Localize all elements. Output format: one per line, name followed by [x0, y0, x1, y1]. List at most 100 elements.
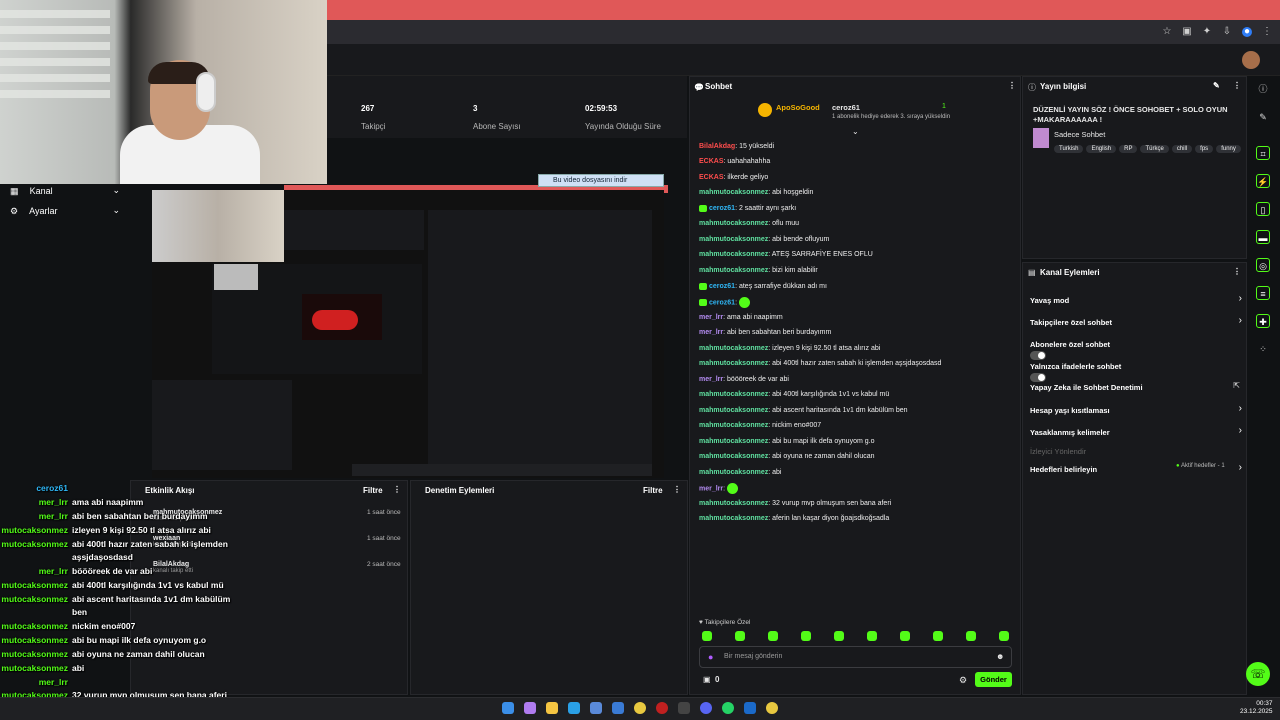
discord-icon[interactable]: [700, 702, 712, 714]
stream-info-panel: ⓘ Yayın bilgisi ✎ ⋮ DÜZENLİ YAYIN SÖZ ! …: [1022, 76, 1247, 259]
chat-username[interactable]: BilalAkdag: [699, 143, 735, 150]
chat-username[interactable]: ceroz61: [709, 283, 735, 290]
channel-action-row[interactable]: Takipçilere özel sohbet ›: [1030, 315, 1242, 330]
app-icon[interactable]: [678, 702, 690, 714]
chat-username[interactable]: mahmutocaksonmez: [699, 345, 768, 352]
activity-filter-button[interactable]: Filtre: [363, 486, 383, 495]
steam-icon[interactable]: [744, 702, 756, 714]
channel-action-label: Yasaklanmış kelimeler: [1030, 428, 1110, 437]
gifter-name: ApoSoGood: [776, 103, 820, 112]
star-icon[interactable]: ☆: [1162, 27, 1172, 37]
channel-action-row[interactable]: Yavaş mod ›: [1030, 293, 1242, 308]
apps-icon[interactable]: ⁘: [1256, 342, 1270, 356]
nav-channel[interactable]: ▦ Kanal ⌄: [10, 185, 120, 197]
mail-icon[interactable]: [612, 702, 624, 714]
chat-username[interactable]: mahmutocaksonmez: [699, 360, 768, 367]
profile-icon[interactable]: ●: [1242, 27, 1252, 37]
channel-action-row[interactable]: Abonelere özel sohbet: [1030, 338, 1242, 360]
pencil-icon[interactable]: ✎: [1256, 110, 1270, 124]
tag[interactable]: English: [1086, 145, 1117, 153]
chat-username[interactable]: mer_lrr: [699, 329, 723, 336]
nav-settings[interactable]: ⚙ Ayarlar ⌄: [10, 205, 120, 217]
copilot-icon[interactable]: [524, 702, 536, 714]
menu-icon[interactable]: ⋮: [1262, 27, 1272, 37]
clock[interactable]: 00:37 23.12.2025: [1240, 700, 1273, 716]
channel-action-row[interactable]: Yapay Zeka ile Sohbet Denetimi ⇱: [1030, 381, 1242, 395]
chat-username[interactable]: mer_lrr: [699, 314, 723, 321]
info-icon[interactable]: ⓘ: [1256, 82, 1270, 96]
chat-username[interactable]: mahmutocaksonmez: [699, 453, 768, 460]
help-chat-button[interactable]: ☏: [1246, 662, 1270, 686]
video-download-button[interactable]: Bu video dosyasını indir: [538, 174, 664, 187]
tag[interactable]: Turkish: [1054, 145, 1084, 153]
more-icon[interactable]: ⋮: [393, 485, 401, 494]
edge-icon[interactable]: [568, 702, 580, 714]
channel-action-row[interactable]: Hesap yaşı kısıtlaması ›: [1030, 403, 1242, 418]
more-icon[interactable]: ⋮: [1233, 267, 1241, 276]
chat-username[interactable]: ceroz61: [709, 299, 735, 306]
channel-action-row[interactable]: Yasaklanmış kelimeler ›: [1030, 425, 1242, 440]
extension-icon[interactable]: ▣: [1182, 27, 1192, 37]
chevron-down-icon[interactable]: ⌄: [852, 127, 859, 136]
chat-username[interactable]: mahmutocaksonmez: [699, 267, 768, 274]
wrench-icon[interactable]: ✚: [1256, 314, 1270, 328]
avatar[interactable]: [1242, 51, 1260, 69]
overlay-message: abi bu mapi ilk defa oynuyom g.o: [72, 635, 207, 645]
moderation-filter-button[interactable]: Filtre: [643, 486, 663, 495]
chat-bubble-icon[interactable]: ▬: [1256, 230, 1270, 244]
opera-icon[interactable]: [656, 702, 668, 714]
overlay-chat-line: mutocaksonmez nickim eno#007: [0, 621, 135, 631]
chat-username[interactable]: mahmutocaksonmez: [699, 469, 768, 476]
crop-icon[interactable]: ⌗: [1256, 146, 1270, 160]
send-button[interactable]: Gönder: [975, 672, 1012, 687]
page-icon[interactable]: ▯: [1256, 202, 1270, 216]
chat-username[interactable]: mahmutocaksonmez: [699, 391, 768, 398]
folder-icon[interactable]: [546, 702, 558, 714]
bolt-icon[interactable]: ⚡: [1256, 174, 1270, 188]
chat-username[interactable]: mahmutocaksonmez: [699, 220, 768, 227]
chat-username[interactable]: mahmutocaksonmez: [699, 407, 768, 414]
chrome-icon[interactable]: [634, 702, 646, 714]
more-icon[interactable]: ⋮: [673, 485, 681, 494]
tag[interactable]: Türkçe: [1140, 145, 1169, 153]
chrome-icon[interactable]: [766, 702, 778, 714]
gear-icon[interactable]: ⚙: [959, 675, 967, 686]
tag[interactable]: fps: [1195, 145, 1214, 153]
overlay-chat-line: ben: [0, 607, 87, 617]
chat-username[interactable]: mahmutocaksonmez: [699, 422, 768, 429]
puzzle-icon[interactable]: ✦: [1202, 27, 1212, 37]
toggle-switch[interactable]: [1030, 351, 1046, 360]
start-icon[interactable]: [502, 702, 514, 714]
edit-icon[interactable]: ✎: [1213, 81, 1220, 90]
chat-username[interactable]: mahmutocaksonmez: [699, 500, 768, 507]
category-name[interactable]: Sadece Sohbet: [1054, 130, 1105, 139]
tag[interactable]: RP: [1119, 145, 1138, 153]
download-icon[interactable]: ⇩: [1222, 27, 1232, 37]
points-icon[interactable]: ▣: [703, 675, 711, 684]
more-icon[interactable]: ⋮: [1008, 81, 1016, 90]
chat-username[interactable]: mahmutocaksonmez: [699, 251, 768, 258]
overlay-message: abi ben sabahtan beri burdayımm: [72, 511, 208, 521]
emote-bar[interactable]: [702, 631, 1032, 644]
chat-username[interactable]: mer_lrr: [699, 376, 723, 383]
chat-username[interactable]: mahmutocaksonmez: [699, 189, 768, 196]
chat-username[interactable]: mahmutocaksonmez: [699, 515, 768, 522]
chat-username[interactable]: ECKAS: [699, 158, 724, 165]
store-icon[interactable]: [590, 702, 602, 714]
tag[interactable]: funny: [1216, 145, 1241, 153]
chat-username[interactable]: ECKAS: [699, 174, 724, 181]
list-icon[interactable]: ≡: [1256, 286, 1270, 300]
chat-text: abi oyuna ne zaman dahil olucan: [772, 453, 875, 460]
emoji-icon[interactable]: ☻: [996, 652, 1004, 661]
mic-icon[interactable]: ●: [708, 652, 713, 662]
chat-input[interactable]: ● Bir mesaj gönderin ☻: [699, 646, 1012, 668]
chat-username[interactable]: mahmutocaksonmez: [699, 236, 768, 243]
whatsapp-icon[interactable]: [722, 702, 734, 714]
chat-username[interactable]: ceroz61: [709, 205, 735, 212]
tag[interactable]: chill: [1171, 145, 1193, 153]
more-icon[interactable]: ⋮: [1233, 81, 1241, 90]
broadcast-icon[interactable]: ◎: [1256, 258, 1270, 272]
chat-username[interactable]: mahmutocaksonmez: [699, 438, 768, 445]
chat-username[interactable]: mer_lrr: [699, 485, 723, 492]
channel-action-row[interactable]: Yalnızca ifadelerle sohbet: [1030, 360, 1242, 382]
